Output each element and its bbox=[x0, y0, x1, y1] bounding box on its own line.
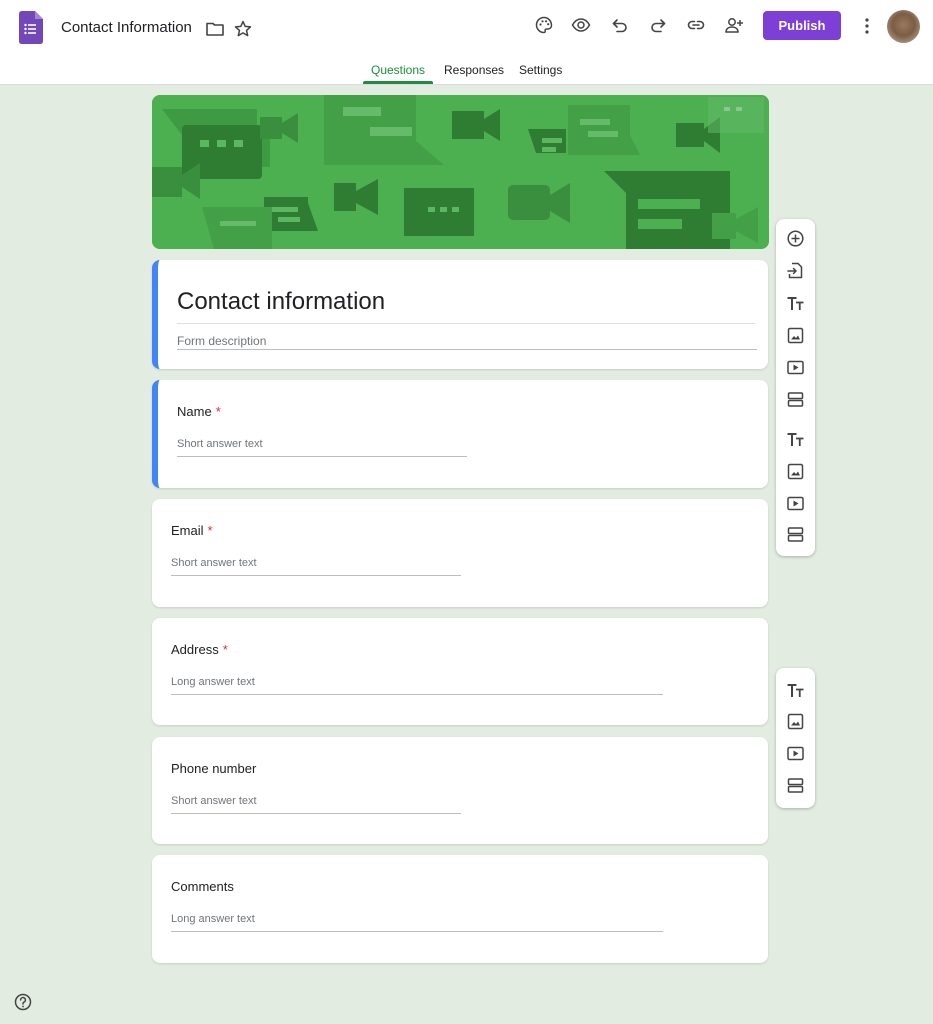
active-tab-indicator bbox=[363, 81, 433, 84]
answer-underline bbox=[171, 931, 663, 932]
answer-underline bbox=[171, 694, 663, 695]
add-title-icon[interactable] bbox=[786, 430, 805, 449]
tab-bar: Questions Responses Settings bbox=[0, 56, 933, 85]
floating-toolbar-secondary bbox=[776, 668, 815, 808]
required-asterisk: * bbox=[222, 642, 228, 657]
add-image-icon[interactable] bbox=[786, 462, 805, 481]
short-answer-placeholder: Short answer text bbox=[177, 438, 263, 450]
question-card-phone[interactable]: Phone number Short answer text bbox=[152, 737, 768, 844]
add-section-icon[interactable] bbox=[786, 525, 805, 544]
star-icon[interactable] bbox=[233, 19, 253, 39]
long-answer-placeholder: Long answer text bbox=[171, 676, 255, 688]
form-title[interactable]: Contact information bbox=[177, 288, 385, 316]
preview-eye-icon[interactable] bbox=[571, 15, 591, 35]
form-description-input[interactable]: Form description bbox=[177, 334, 266, 348]
add-section-icon[interactable] bbox=[786, 390, 805, 409]
more-vert-icon[interactable] bbox=[860, 16, 874, 36]
link-icon[interactable] bbox=[686, 15, 706, 35]
form-title-card[interactable]: Contact information Form description bbox=[152, 260, 768, 369]
add-question-icon[interactable] bbox=[786, 229, 805, 248]
forms-logo[interactable] bbox=[19, 11, 43, 44]
add-image-icon[interactable] bbox=[786, 712, 805, 731]
tab-responses[interactable]: Responses bbox=[444, 63, 504, 77]
divider bbox=[177, 349, 757, 350]
divider bbox=[177, 323, 755, 324]
short-answer-placeholder: Short answer text bbox=[171, 795, 257, 807]
question-card-address[interactable]: Address * Long answer text bbox=[152, 618, 768, 725]
long-answer-placeholder: Long answer text bbox=[171, 913, 255, 925]
palette-icon[interactable] bbox=[534, 15, 554, 35]
question-card-comments[interactable]: Comments Long answer text bbox=[152, 855, 768, 963]
import-questions-icon[interactable] bbox=[786, 261, 805, 280]
answer-underline bbox=[171, 575, 461, 576]
question-title: Address * bbox=[171, 642, 228, 657]
answer-underline bbox=[171, 813, 461, 814]
add-title-icon[interactable] bbox=[786, 294, 805, 313]
floating-toolbar bbox=[776, 219, 815, 556]
add-image-icon[interactable] bbox=[786, 326, 805, 345]
question-card-email[interactable]: Email * Short answer text bbox=[152, 499, 768, 607]
add-video-icon[interactable] bbox=[786, 358, 805, 377]
question-title: Name * bbox=[177, 404, 221, 419]
question-title: Comments bbox=[171, 879, 234, 894]
form-header-image bbox=[152, 95, 769, 249]
answer-underline bbox=[177, 456, 467, 457]
add-title-icon[interactable] bbox=[786, 681, 805, 700]
tab-questions[interactable]: Questions bbox=[371, 63, 425, 77]
top-bar: Contact Information Publish Questions Re… bbox=[0, 0, 933, 85]
folder-icon[interactable] bbox=[205, 19, 225, 39]
add-collaborator-icon[interactable] bbox=[724, 15, 744, 35]
help-icon[interactable] bbox=[13, 992, 33, 1012]
chat-bubbles-illustration bbox=[152, 95, 769, 249]
required-asterisk: * bbox=[207, 523, 213, 538]
question-title: Email * bbox=[171, 523, 213, 538]
question-title: Phone number bbox=[171, 761, 257, 776]
document-title[interactable]: Contact Information bbox=[61, 19, 192, 36]
add-section-icon[interactable] bbox=[786, 776, 805, 795]
tab-settings[interactable]: Settings bbox=[519, 63, 562, 77]
required-asterisk: * bbox=[215, 404, 221, 419]
add-video-icon[interactable] bbox=[786, 744, 805, 763]
avatar[interactable] bbox=[887, 10, 920, 43]
short-answer-placeholder: Short answer text bbox=[171, 557, 257, 569]
add-video-icon[interactable] bbox=[786, 494, 805, 513]
question-card-name[interactable]: Name * Short answer text bbox=[152, 380, 768, 488]
undo-icon[interactable] bbox=[610, 15, 630, 35]
publish-button[interactable]: Publish bbox=[763, 11, 841, 40]
redo-icon[interactable] bbox=[648, 15, 668, 35]
